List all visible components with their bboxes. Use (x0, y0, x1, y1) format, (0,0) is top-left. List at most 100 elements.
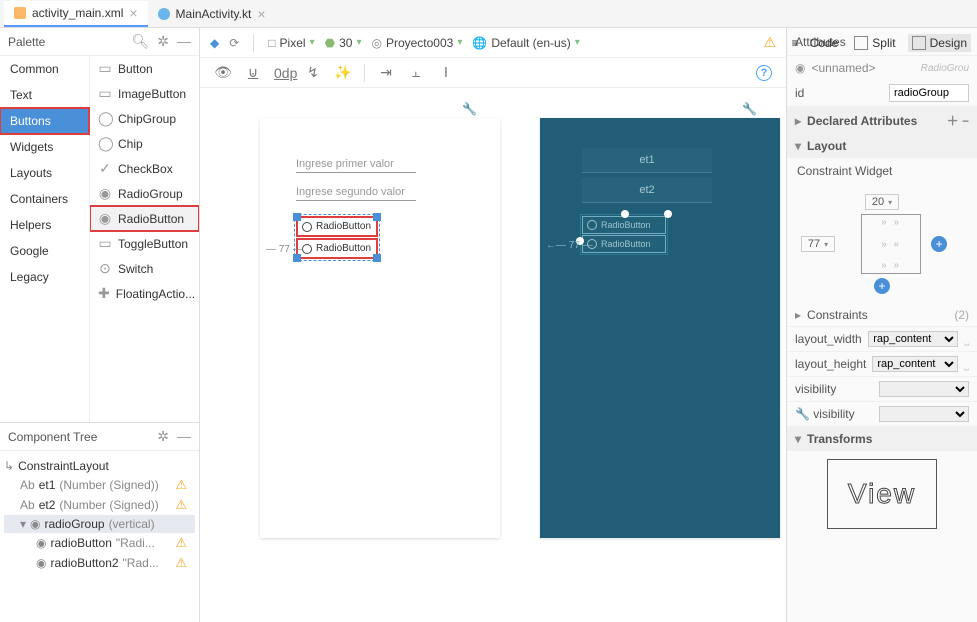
resize-handle[interactable] (373, 213, 381, 221)
align-icon[interactable]: ⫠ (407, 64, 425, 81)
minimize-icon[interactable]: — (177, 33, 191, 50)
layout-section[interactable]: ▾Layout (787, 134, 977, 158)
palette-cat-containers[interactable]: Containers (0, 186, 89, 212)
warning-icon[interactable]: ⚠ (175, 555, 195, 571)
cw-top-value[interactable]: 20▾ (865, 194, 899, 210)
declared-attributes-section[interactable]: ▸Declared Attributes＋ − (787, 107, 977, 134)
warning-icon[interactable]: ⚠ (175, 535, 195, 551)
resize-handle[interactable] (293, 213, 301, 221)
palette-item-checkbox[interactable]: ✓CheckBox (90, 156, 199, 181)
palette-item-chip[interactable]: ◯Chip (90, 131, 199, 156)
blueprint-et2[interactable]: et2 (582, 178, 712, 203)
palette-cat-widgets[interactable]: Widgets (0, 134, 89, 160)
locale-select[interactable]: 🌐Default (en-us)▾ (472, 36, 579, 50)
blueprint-rb2[interactable]: RadioButton (582, 235, 666, 253)
orientation-icon[interactable]: ⟳ (229, 36, 239, 50)
palette-cat-legacy[interactable]: Legacy (0, 264, 89, 290)
default-margin[interactable]: 0dp (274, 65, 292, 81)
wrench-icon[interactable]: 🔧 (742, 102, 757, 116)
design-canvas[interactable]: 🔧 🔧 Ingrese primer valor Ingrese segundo… (200, 88, 786, 622)
palette-item-imagebutton[interactable]: ▭ImageButton (90, 81, 199, 106)
constraints-row[interactable]: ▸Constraints(2) (787, 304, 977, 327)
search-icon[interactable]: 🔍︎ (131, 33, 149, 50)
wrench-icon[interactable]: 🔧 (462, 102, 477, 116)
palette-component-list: ▭Button ▭ImageButton ◯ChipGroup ◯Chip ✓C… (90, 56, 199, 422)
palette-item-chipgroup[interactable]: ◯ChipGroup (90, 106, 199, 131)
radiogroup-selection[interactable]: RadioButton RadioButton (294, 214, 380, 261)
visibility-select[interactable] (879, 381, 969, 397)
transforms-section[interactable]: ▾Transforms (787, 427, 977, 451)
api-select[interactable]: ⬣30▾ (325, 36, 362, 50)
blueprint-surface[interactable]: et1 et2 RadioButton RadioButton ←— 77 — (540, 118, 780, 538)
constraint-widget-label: Constraint Widget (787, 158, 977, 184)
theme-select[interactable]: ◎Proyecto003▾ (371, 36, 462, 50)
palette-cat-google[interactable]: Google (0, 238, 89, 264)
tree-root[interactable]: ↳ConstraintLayout (4, 457, 195, 475)
palette-item-switch[interactable]: ⊙Switch (90, 256, 199, 281)
palette-cat-layouts[interactable]: Layouts (0, 160, 89, 186)
palette-cat-helpers[interactable]: Helpers (0, 212, 89, 238)
component-tree: ↳ConstraintLayout Abet1 (Number (Signed)… (0, 451, 199, 622)
warning-icon[interactable]: ⚠ (175, 497, 195, 513)
add-constraint-bottom[interactable]: + (874, 278, 890, 294)
tab-main-activity[interactable]: MainActivity.kt × (148, 1, 276, 27)
radiobutton-1[interactable]: RadioButton (296, 216, 378, 237)
minimize-icon[interactable]: — (177, 428, 191, 445)
blueprint-radiogroup[interactable]: RadioButton RadioButton (580, 214, 668, 255)
gear-icon[interactable]: ✲ (157, 428, 169, 445)
resize-handle[interactable] (293, 254, 301, 262)
palette-item-radiobutton[interactable]: ◉RadioButton (90, 206, 199, 231)
edittext-et1[interactable]: Ingrese primer valor (296, 156, 416, 173)
view-code-button[interactable]: ≡Code (788, 34, 843, 52)
warning-icon[interactable]: ⚠ (175, 477, 195, 493)
palette-item-fab[interactable]: ✚FloatingActio... (90, 281, 199, 306)
tree-radiogroup[interactable]: ▾◉radioGroup (vertical) (4, 515, 195, 533)
gear-icon[interactable]: ✲ (157, 33, 169, 50)
blueprint-et1[interactable]: et1 (582, 148, 712, 173)
palette-item-button[interactable]: ▭Button (90, 56, 199, 81)
add-constraint-right[interactable]: + (931, 236, 947, 252)
add-icon[interactable]: ＋ − (947, 112, 969, 129)
close-icon[interactable]: × (129, 5, 137, 21)
help-icon[interactable]: ? (756, 65, 772, 81)
clear-constraints-icon[interactable]: ↯ (304, 64, 322, 81)
close-icon[interactable]: × (257, 6, 265, 22)
guideline-icon[interactable]: Ⅰ (437, 64, 455, 81)
cw-left-value[interactable]: 77▾ (801, 236, 835, 252)
infer-constraints-icon[interactable]: ✨ (334, 64, 352, 81)
palette-cat-buttons[interactable]: Buttons (0, 108, 89, 134)
palette-item-radiogroup[interactable]: ◉RadioGroup (90, 181, 199, 206)
tree-radiobutton2[interactable]: ◉radioButton2 "Rad...⚠ (4, 553, 195, 573)
chevron-down-icon: ▾ (795, 432, 801, 446)
eye-icon[interactable]: 👁 (214, 64, 232, 81)
device-select[interactable]: □Pixel▾ (268, 36, 314, 50)
constraint-anchor[interactable] (621, 210, 629, 218)
resize-handle[interactable] (373, 254, 381, 262)
constraint-widget[interactable]: 20▾ 77▾ » » » « » » + + (787, 184, 977, 304)
palette-cat-text[interactable]: Text (0, 82, 89, 108)
edittext-et2[interactable]: Ingrese segundo valor (296, 184, 416, 201)
constraint-box[interactable]: » » » « » » (861, 214, 921, 274)
layout-width-select[interactable]: rap_content (868, 331, 958, 347)
tree-et1[interactable]: Abet1 (Number (Signed))⚠ (4, 475, 195, 495)
tab-activity-main[interactable]: activity_main.xml × (4, 1, 148, 27)
radiobutton-2[interactable]: RadioButton (296, 238, 378, 259)
tools-visibility-select[interactable] (879, 406, 969, 422)
attr-id-input[interactable] (889, 84, 969, 102)
magnet-icon[interactable]: ⊍ (244, 64, 262, 81)
warning-icon[interactable]: ⚠ (763, 34, 776, 51)
view-split-button[interactable]: Split (850, 34, 899, 52)
palette-cat-common[interactable]: Common (0, 56, 89, 82)
tree-et2[interactable]: Abet2 (Number (Signed))⚠ (4, 495, 195, 515)
visibility-label: visibility (795, 382, 873, 396)
design-surface[interactable]: Ingrese primer valor Ingrese segundo val… (260, 118, 500, 538)
surface-select-icon[interactable]: ◆ (210, 36, 219, 50)
chevron-down-icon[interactable]: ▾ (20, 517, 26, 531)
pack-icon[interactable]: ⇥ (377, 64, 395, 81)
blueprint-rb1[interactable]: RadioButton (582, 216, 666, 234)
view-design-button[interactable]: Design (908, 34, 971, 52)
constraint-anchor[interactable] (664, 210, 672, 218)
layout-height-select[interactable]: rap_content (872, 356, 958, 372)
palette-item-togglebutton[interactable]: ▭ToggleButton (90, 231, 199, 256)
tree-radiobutton[interactable]: ◉radioButton "Radi...⚠ (4, 533, 195, 553)
